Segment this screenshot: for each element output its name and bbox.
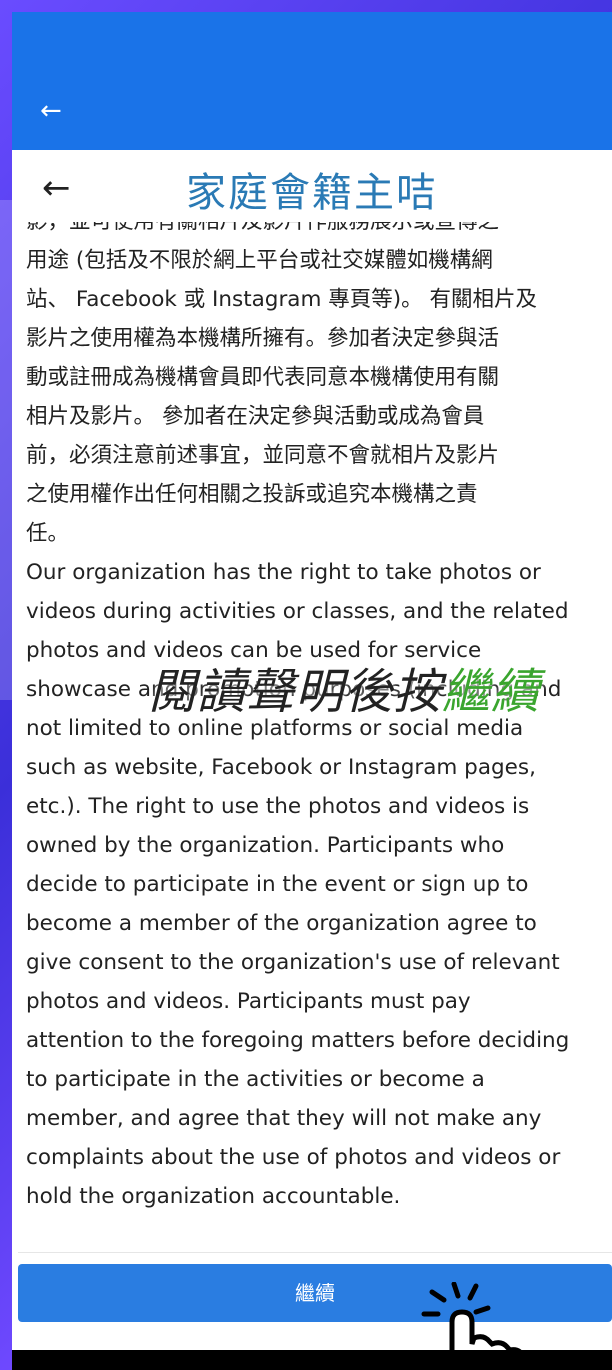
en-line: decide to participate in the event or si… [26, 872, 529, 897]
zh-line: 之使用權作出任何相關之投訴或追究本機構之責 [26, 482, 478, 507]
en-line: photos and videos. Participants must pay [26, 989, 471, 1014]
zh-line: 影片之使用權為本機構所擁有。參加者決定參與活 [26, 326, 500, 351]
en-line: hold the organization accountable. [26, 1184, 401, 1209]
page-header: ← 家庭會籍主咭 [12, 150, 612, 230]
instruction-highlight: 繼續 [442, 664, 541, 720]
status-bar [12, 12, 612, 72]
bottom-bar [12, 1350, 612, 1370]
back-arrow-icon[interactable]: ← [40, 98, 62, 124]
en-line: such as website, Facebook or Instagram p… [26, 755, 536, 780]
instruction-prefix: 閱讀聲明後按 [147, 664, 442, 720]
en-line: to participate in the activities or beco… [26, 1067, 485, 1092]
en-line: complaints about the use of photos and v… [26, 1145, 561, 1170]
en-line: give consent to the organization's use o… [26, 950, 560, 975]
zh-line: 相片及影片。 參加者在決定參與活動或成為會員 [26, 404, 485, 429]
declaration-text[interactable]: 影，並可使用有關相片及影片作服務展示或宣傳之 用途 (包括及不限於網上平台或社交… [22, 222, 610, 1252]
en-line: attention to the foregoing matters befor… [26, 1028, 570, 1053]
en-line: become a member of the organization agre… [26, 911, 537, 936]
zh-line: 前，必須注意前述事宜，並同意不會就相片及影片 [26, 443, 500, 468]
en-line: etc.). The right to use the photos and v… [26, 794, 530, 819]
zh-paragraph: 用途 (包括及不限於網上平台或社交媒體如機構網 站、 Facebook 或 In… [26, 241, 610, 553]
zh-line: 動或註冊成為機構會員即代表同意本機構使用有關 [26, 365, 500, 390]
phone-screen: ← ← 家庭會籍主咭 影，並可使用有關相片及影片作服務展示或宣傳之 用途 (包括… [12, 12, 612, 1370]
cut-line: 影，並可使用有關相片及影片作服務展示或宣傳之 [26, 222, 610, 241]
app-bar: ← [12, 72, 612, 150]
zh-line: 任。 [26, 521, 70, 546]
page-title: 家庭會籍主咭 [186, 170, 438, 216]
zh-line: 用途 (包括及不限於網上平台或社交媒體如機構網 [26, 248, 493, 273]
en-line: owned by the organization. Participants … [26, 833, 505, 858]
instruction-overlay: 閱讀聲明後按繼續 [74, 652, 612, 722]
en-line: videos during activities or classes, and… [26, 599, 569, 624]
en-line: Our organization has the right to take p… [26, 560, 541, 585]
background-ray [0, 200, 12, 700]
zh-line: 站、 Facebook 或 Instagram 專頁等)。 有關相片及 [26, 287, 537, 312]
divider [18, 1252, 612, 1253]
en-line: member, and agree that they will not mak… [26, 1106, 542, 1131]
